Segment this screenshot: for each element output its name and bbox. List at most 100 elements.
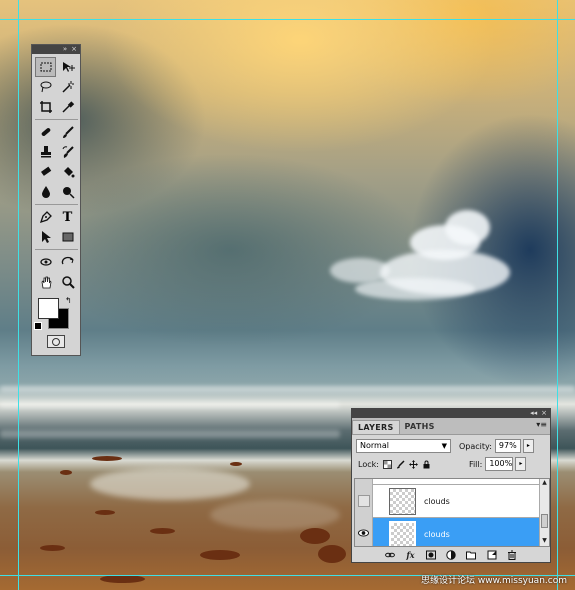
crop-icon[interactable] — [35, 97, 56, 117]
quick-mask-button[interactable] — [47, 335, 65, 348]
fill-label: Fill: — [468, 459, 483, 469]
fill-slider-button[interactable]: ▸ — [515, 457, 527, 471]
guide-line[interactable] — [0, 19, 575, 20]
eye-icon[interactable] — [358, 529, 369, 540]
healing-brush-icon[interactable] — [35, 122, 56, 142]
layer-name: clouds — [424, 496, 450, 506]
lock-row: Lock: Fill: 100% ▸ — [352, 455, 550, 473]
tool-separator — [35, 204, 78, 205]
blur-icon[interactable] — [35, 182, 56, 202]
layer-list-scrollbar[interactable]: ▲ ▼ — [539, 479, 549, 546]
link-icon[interactable] — [385, 549, 396, 560]
visibility-cell[interactable] — [355, 517, 373, 546]
magic-wand-icon[interactable] — [57, 77, 78, 97]
tab-paths[interactable]: PATHS — [400, 420, 440, 434]
tab-layers[interactable]: LAYERS — [352, 420, 400, 434]
pen-icon[interactable] — [35, 207, 56, 227]
visibility-cell[interactable] — [355, 484, 373, 518]
clone-stamp-icon[interactable] — [35, 142, 56, 162]
rock — [92, 456, 122, 461]
brush-icon[interactable] — [57, 122, 78, 142]
cloud — [445, 210, 490, 245]
opacity-slider-button[interactable]: ▸ — [522, 439, 534, 453]
rock — [300, 528, 330, 544]
group-icon[interactable] — [466, 549, 477, 560]
rectangle-shape-icon[interactable] — [57, 227, 78, 247]
opacity-field[interactable]: 97% — [494, 439, 521, 453]
fill-field[interactable]: 100% — [485, 457, 514, 471]
foam — [90, 468, 250, 500]
layers-panel: ◂◂ × LAYERS PATHS ▾≡ Normal ▼ Opacity: 9… — [351, 408, 551, 563]
lock-position-icon[interactable] — [408, 459, 418, 469]
foam — [210, 500, 340, 530]
rock — [40, 545, 65, 551]
lock-all-icon[interactable] — [422, 460, 431, 469]
tools-panel: » × T ↰ — [31, 44, 81, 356]
collapse-icon[interactable]: ◂◂ — [530, 409, 537, 418]
scroll-down-icon[interactable]: ▼ — [540, 537, 549, 546]
close-icon[interactable]: × — [541, 409, 547, 418]
move-icon[interactable] — [57, 57, 78, 77]
layers-panel-titlebar[interactable]: ◂◂ × — [352, 409, 550, 418]
lock-transparent-icon[interactable] — [382, 459, 392, 469]
type-tool-glyph: T — [62, 209, 73, 225]
path-select-icon[interactable] — [35, 227, 56, 247]
eraser-icon[interactable] — [35, 162, 56, 182]
blend-mode-value: Normal — [360, 441, 389, 450]
wave — [0, 386, 575, 392]
hand-icon[interactable] — [35, 272, 56, 292]
watermark: 思缘设计论坛 www.missyuan.com — [421, 576, 567, 586]
blend-row: Normal ▼ Opacity: 97% ▸ — [352, 437, 550, 455]
layers-footer: fx — [352, 547, 550, 562]
swap-colors-icon[interactable]: ↰ — [65, 296, 72, 305]
rock — [95, 510, 115, 515]
tool-grid: T — [32, 54, 80, 292]
fx-icon[interactable]: fx — [405, 549, 416, 560]
layer-thumbnail — [389, 487, 416, 515]
trash-icon[interactable] — [506, 549, 517, 560]
lock-label: Lock: — [358, 459, 379, 469]
scroll-up-icon[interactable]: ▲ — [540, 479, 549, 488]
rock — [60, 470, 72, 475]
quick-mask-icon — [52, 337, 60, 346]
paint-bucket-icon[interactable] — [57, 162, 78, 182]
tools-panel-titlebar[interactable]: » × — [32, 45, 80, 54]
tool-separator — [35, 119, 78, 120]
new-layer-icon[interactable] — [486, 549, 497, 560]
rock — [318, 545, 346, 563]
hidden-eye-cell — [357, 495, 370, 507]
color-swatches: ↰ — [32, 296, 80, 338]
opacity-label: Opacity: — [459, 441, 492, 451]
layer-row[interactable]: clouds — [355, 484, 540, 518]
type-icon[interactable]: T — [57, 207, 78, 227]
guide-line[interactable] — [557, 0, 558, 590]
rock — [100, 575, 145, 583]
layer-row[interactable] — [355, 479, 540, 485]
3d-rotate-icon[interactable] — [35, 252, 56, 272]
blend-mode-select[interactable]: Normal ▼ — [356, 439, 451, 453]
foreground-color-swatch[interactable] — [38, 298, 59, 319]
3d-orbit-icon[interactable] — [57, 252, 78, 272]
lock-image-icon[interactable] — [396, 459, 405, 469]
layer-row-selected[interactable]: clouds — [355, 517, 540, 546]
tool-separator — [35, 249, 78, 250]
cloud — [355, 278, 475, 300]
collapse-icon[interactable]: » — [63, 45, 67, 54]
layer-list: clouds clouds ▲ ▼ — [354, 478, 550, 547]
layer-name: clouds — [424, 529, 450, 539]
scrollbar-thumb[interactable] — [541, 514, 548, 528]
close-icon[interactable]: × — [71, 45, 77, 54]
adjustment-icon[interactable] — [445, 549, 456, 560]
panel-menu-icon[interactable]: ▾≡ — [536, 420, 547, 429]
rect-marquee-icon[interactable] — [35, 57, 56, 77]
history-brush-icon[interactable] — [57, 142, 78, 162]
eyedropper-icon[interactable] — [57, 97, 78, 117]
mask-icon[interactable] — [425, 549, 436, 560]
guide-line[interactable] — [18, 0, 19, 590]
rock — [150, 528, 175, 534]
chevron-down-icon: ▼ — [441, 442, 447, 450]
default-colors-icon[interactable] — [34, 322, 42, 330]
zoom-icon[interactable] — [57, 272, 78, 292]
lasso-icon[interactable] — [35, 77, 56, 97]
dodge-icon[interactable] — [57, 182, 78, 202]
